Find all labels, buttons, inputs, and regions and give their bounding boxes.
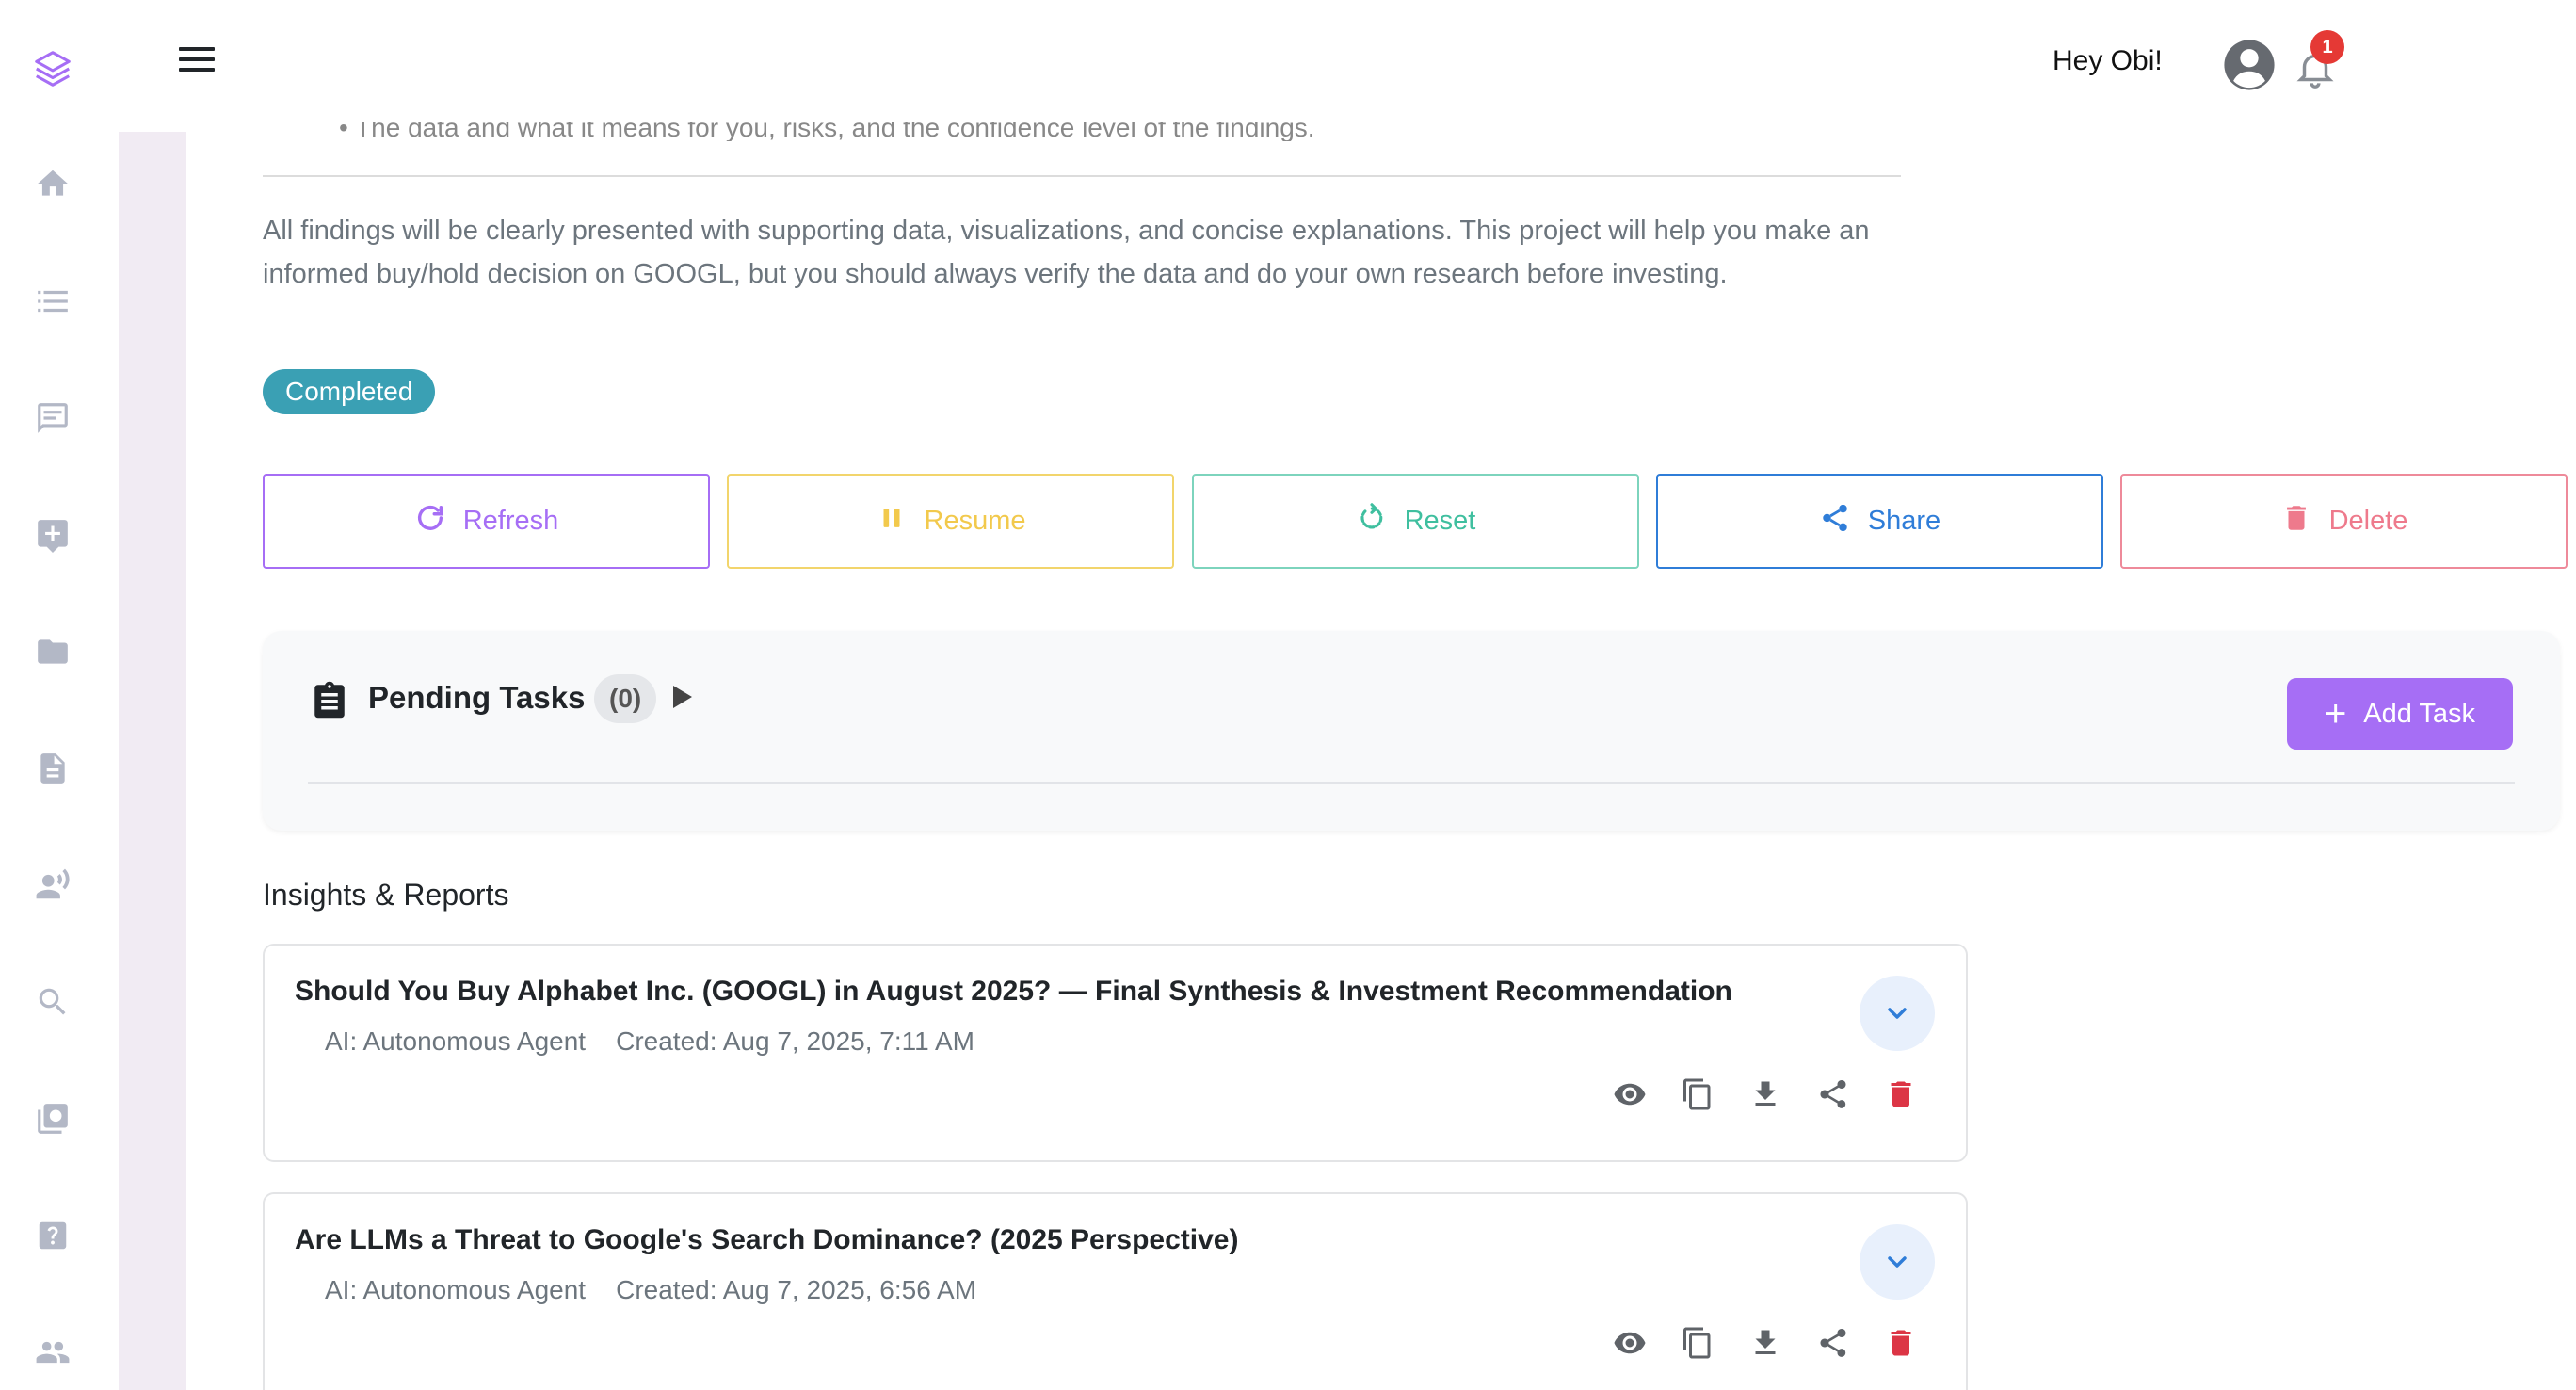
sidebar bbox=[0, 0, 119, 1390]
trash-icon bbox=[2280, 502, 2312, 541]
reset-icon bbox=[1356, 502, 1388, 541]
resume-label: Resume bbox=[924, 506, 1026, 536]
add-task-button[interactable]: + Add Task bbox=[2287, 678, 2513, 750]
report-author: AI: Autonomous Agent bbox=[325, 1026, 587, 1056]
share-button[interactable]: Share bbox=[1656, 474, 2103, 569]
resume-button[interactable]: Resume bbox=[727, 474, 1174, 569]
refresh-button[interactable]: Refresh bbox=[263, 474, 710, 569]
home-icon[interactable] bbox=[35, 166, 71, 202]
trash-icon[interactable] bbox=[1884, 1326, 1918, 1360]
share-icon[interactable] bbox=[1816, 1077, 1850, 1111]
download-icon[interactable] bbox=[1748, 1077, 1782, 1111]
pending-tasks-count: (0) bbox=[594, 674, 657, 723]
clipboard-icon bbox=[310, 678, 349, 721]
plus-icon: + bbox=[2324, 693, 2347, 735]
report-author: AI: Autonomous Agent bbox=[325, 1275, 587, 1304]
search-icon[interactable] bbox=[35, 984, 71, 1020]
report-card[interactable]: Should You Buy Alphabet Inc. (GOOGL) in … bbox=[263, 944, 1968, 1162]
help-icon[interactable] bbox=[35, 1218, 71, 1253]
reset-button[interactable]: Reset bbox=[1192, 474, 1639, 569]
document-icon[interactable] bbox=[35, 751, 71, 786]
pending-tasks-title: Pending Tasks bbox=[368, 680, 586, 715]
chevron-down-icon bbox=[1888, 1256, 1907, 1268]
refresh-icon bbox=[414, 502, 446, 541]
delete-label: Delete bbox=[2328, 506, 2408, 536]
share-label: Share bbox=[1867, 506, 1941, 536]
menu-toggle-icon[interactable] bbox=[179, 47, 215, 77]
chat-icon[interactable] bbox=[35, 400, 71, 436]
add-comment-icon[interactable] bbox=[35, 517, 71, 553]
expand-button[interactable] bbox=[1860, 976, 1935, 1051]
expand-button[interactable] bbox=[1860, 1224, 1935, 1300]
report-title[interactable]: Are LLMs a Threat to Google's Search Dom… bbox=[295, 1224, 1238, 1256]
report-meta: AI: Autonomous Agent Created: Aug 7, 2025… bbox=[325, 1275, 976, 1305]
report-actions bbox=[1613, 1077, 1918, 1111]
reset-label: Reset bbox=[1404, 506, 1476, 536]
list-icon[interactable] bbox=[35, 283, 71, 319]
report-created: Created: Aug 7, 2025, 6:56 AM bbox=[616, 1275, 977, 1304]
truncated-text: • The data and what it means for you, ri… bbox=[339, 113, 1315, 141]
share-icon bbox=[1819, 502, 1851, 541]
chevron-down-icon bbox=[1888, 1008, 1907, 1019]
layers-logo-icon[interactable] bbox=[31, 47, 74, 90]
report-meta: AI: Autonomous Agent Created: Aug 7, 2025… bbox=[325, 1026, 974, 1057]
trash-icon[interactable] bbox=[1884, 1077, 1918, 1111]
expand-triangle-icon[interactable] bbox=[673, 686, 692, 708]
report-actions bbox=[1613, 1326, 1918, 1360]
report-created: Created: Aug 7, 2025, 7:11 AM bbox=[616, 1026, 974, 1056]
user-greeting: Hey Obi! bbox=[2053, 45, 2163, 76]
view-icon[interactable] bbox=[1613, 1077, 1647, 1111]
report-card[interactable]: Are LLMs a Threat to Google's Search Dom… bbox=[263, 1192, 1968, 1390]
view-icon[interactable] bbox=[1613, 1326, 1647, 1360]
voice-icon[interactable] bbox=[35, 867, 71, 903]
pause-icon bbox=[876, 502, 908, 541]
pending-tasks-panel: Pending Tasks (0) + Add Task bbox=[263, 631, 2560, 831]
status-badge: Completed bbox=[263, 369, 436, 414]
report-title[interactable]: Should You Buy Alphabet Inc. (GOOGL) in … bbox=[295, 976, 1732, 1008]
folder-icon[interactable] bbox=[35, 634, 71, 670]
section-title: Insights & Reports bbox=[263, 878, 509, 912]
refresh-label: Refresh bbox=[462, 506, 559, 536]
add-task-label: Add Task bbox=[2363, 698, 2476, 729]
team-icon[interactable] bbox=[35, 1334, 71, 1370]
divider bbox=[263, 175, 1901, 177]
copy-icon[interactable] bbox=[1681, 1326, 1715, 1360]
share-icon[interactable] bbox=[1816, 1326, 1850, 1360]
copy-icon[interactable] bbox=[1681, 1077, 1715, 1111]
sidebar-strip bbox=[119, 132, 186, 1390]
avatar-icon[interactable] bbox=[2222, 38, 2277, 92]
media-icon[interactable] bbox=[35, 1101, 71, 1137]
delete-button[interactable]: Delete bbox=[2120, 474, 2568, 569]
project-summary: All findings will be clearly presented w… bbox=[263, 216, 1870, 289]
divider bbox=[308, 782, 2515, 784]
notification-badge: 1 bbox=[2310, 30, 2344, 64]
download-icon[interactable] bbox=[1748, 1326, 1782, 1360]
